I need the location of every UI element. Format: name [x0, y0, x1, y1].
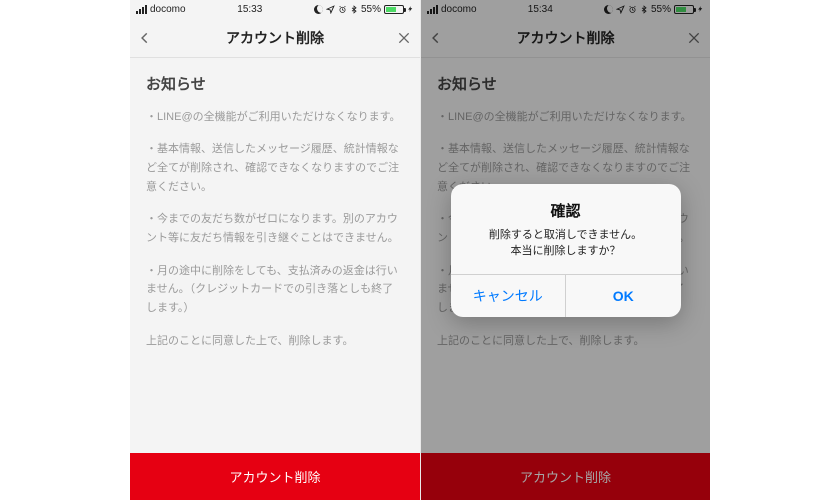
signal-icon	[136, 5, 147, 14]
nav-bar: アカウント削除	[130, 18, 420, 58]
close-button[interactable]	[396, 30, 412, 46]
notice-p2: ・基本情報、送信したメッセージ履歴、統計情報など全てが削除され、確認できなくなり…	[146, 140, 404, 196]
confirm-dialog: 確認 削除すると取消しできません。 本当に削除しますか？ キャンセル OK	[451, 184, 681, 317]
dialog-message-line2: 本当に削除しますか？	[511, 245, 621, 257]
dialog-title: 確認	[465, 200, 667, 221]
modal-overlay: 確認 削除すると取消しできません。 本当に削除しますか？ キャンセル OK	[421, 0, 710, 500]
chevron-left-icon	[138, 28, 152, 48]
phone-right: docomo 15:34 55% アカウント削除	[420, 0, 710, 500]
notice-p5: 上記のことに同意した上で、削除します。	[146, 332, 404, 351]
page-title: アカウント削除	[226, 28, 324, 48]
close-icon	[396, 30, 412, 46]
dnd-icon	[314, 5, 323, 14]
back-button[interactable]	[138, 28, 152, 48]
dialog-cancel-button[interactable]: キャンセル	[451, 275, 566, 317]
status-bar: docomo 15:33 55%	[130, 0, 420, 18]
battery-pct: 55%	[361, 4, 381, 15]
delete-account-button[interactable]: アカウント削除	[130, 453, 420, 500]
carrier-label: docomo	[150, 4, 186, 15]
notice-p4: ・月の途中に削除をしても、支払済みの返金は行いません。（クレジットカードでの引き…	[146, 262, 404, 318]
phone-left: docomo 15:33 55% アカウント削除	[130, 0, 420, 500]
dialog-message-line1: 削除すると取消しできません。	[489, 229, 642, 241]
location-icon	[326, 5, 335, 14]
dialog-ok-button[interactable]: OK	[565, 275, 681, 317]
battery-icon	[384, 5, 404, 14]
alarm-icon	[338, 5, 347, 14]
notice-heading: お知らせ	[146, 72, 404, 98]
bluetooth-icon	[350, 5, 358, 14]
notice-content: お知らせ ・LINE@の全機能がご利用いただけなくなります。 ・基本情報、送信し…	[130, 58, 420, 453]
notice-p1: ・LINE@の全機能がご利用いただけなくなります。	[146, 108, 404, 127]
notice-p3: ・今までの友だち数がゼロになります。別のアカウント等に友だち情報を引き継ぐことは…	[146, 210, 404, 247]
status-time: 15:33	[237, 4, 262, 15]
charging-icon	[407, 4, 414, 14]
